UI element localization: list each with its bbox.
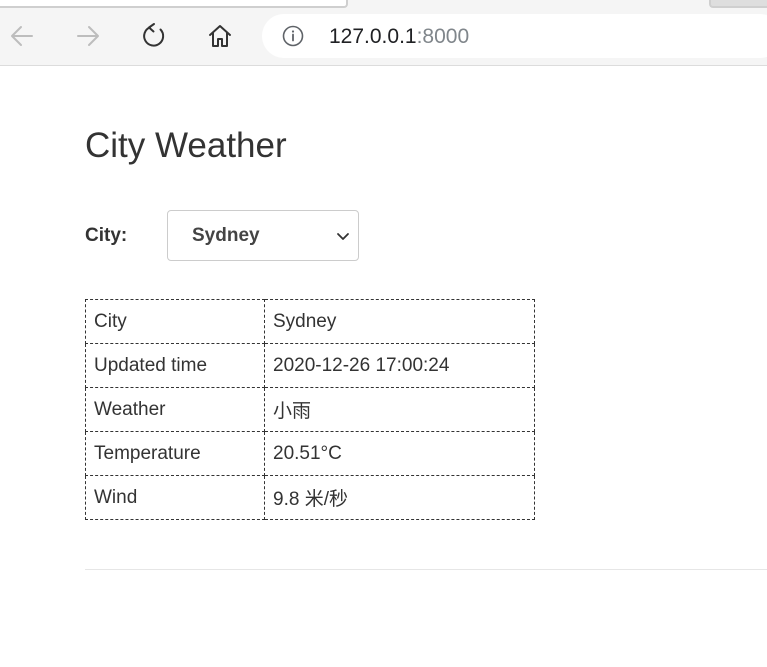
home-icon	[209, 25, 231, 47]
table-row: Temperature 20.51°C	[85, 431, 535, 476]
info-icon[interactable]	[282, 25, 304, 47]
back-button[interactable]	[4, 18, 40, 54]
url-text[interactable]: 127.0.0.1:8000	[329, 25, 469, 49]
arrow-left-icon	[11, 26, 33, 46]
divider	[85, 569, 767, 570]
city-select[interactable]: Sydney	[167, 210, 359, 261]
row-label: Temperature	[85, 431, 265, 476]
table-row: City Sydney	[85, 299, 535, 344]
chevron-down-icon	[337, 233, 349, 240]
weather-table: City Sydney Updated time 2020-12-26 17:0…	[85, 299, 535, 520]
row-label: Weather	[85, 387, 265, 432]
browser-toolbar: 127.0.0.1:8000	[0, 0, 767, 66]
row-value: 9.8 米/秒	[264, 475, 535, 520]
row-label: City	[85, 299, 265, 344]
row-label: Wind	[85, 475, 265, 520]
page-title: City Weather	[85, 126, 287, 165]
forward-button[interactable]	[70, 18, 106, 54]
city-select-value: Sydney	[192, 225, 260, 246]
browser-tab[interactable]	[0, 0, 348, 8]
city-label: City:	[85, 225, 128, 246]
arrow-right-icon	[77, 26, 99, 46]
browser-tab[interactable]	[709, 0, 767, 8]
row-value: 2020-12-26 17:00:24	[264, 343, 535, 388]
table-row: Wind 9.8 米/秒	[85, 475, 535, 520]
url-host: 127.0.0.1	[329, 25, 417, 48]
reload-button[interactable]	[136, 18, 172, 54]
table-row: Weather 小雨	[85, 387, 535, 432]
row-value: 小雨	[264, 387, 535, 432]
address-bar[interactable]: 127.0.0.1:8000	[262, 14, 767, 58]
row-value: 20.51°C	[264, 431, 535, 476]
url-port: :8000	[416, 25, 470, 48]
home-button[interactable]	[202, 18, 238, 54]
table-row: Updated time 2020-12-26 17:00:24	[85, 343, 535, 388]
row-value: Sydney	[264, 299, 535, 344]
row-label: Updated time	[85, 343, 265, 388]
reload-icon	[143, 23, 165, 47]
